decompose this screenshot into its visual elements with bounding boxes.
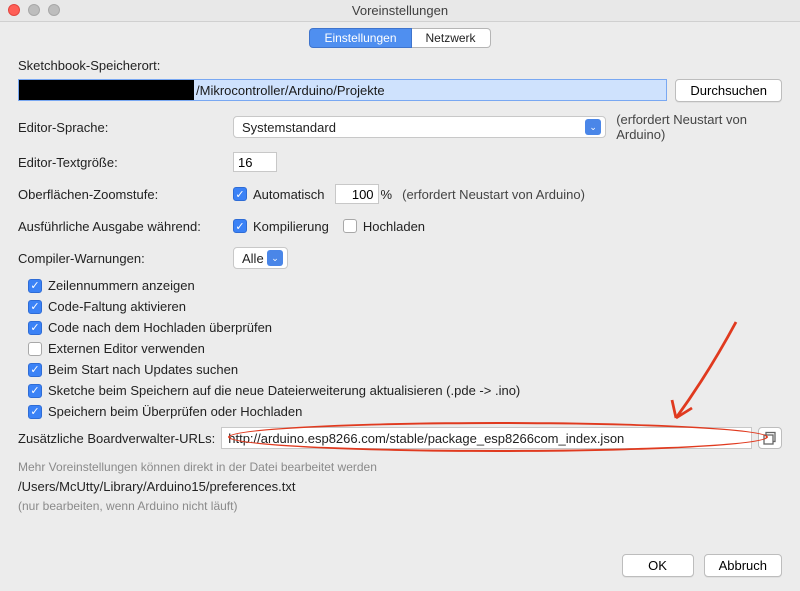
board-urls-value: http://arduino.esp8266.com/stable/packag… (228, 431, 624, 446)
window-controls (8, 4, 60, 16)
browse-button[interactable]: Durchsuchen (675, 79, 782, 102)
footer-edit-note: (nur bearbeiten, wenn Arduino nicht läuf… (18, 496, 782, 516)
verbose-label: Ausführliche Ausgabe während: (18, 219, 233, 234)
fontsize-input[interactable] (233, 152, 277, 172)
checkbox-save-on-verify[interactable]: ✓ Speichern beim Überprüfen oder Hochlad… (28, 404, 782, 419)
sketchbook-path-input[interactable]: /Mikrocontroller/Arduino/Projekte (18, 79, 667, 101)
ok-button[interactable]: OK (622, 554, 694, 577)
checkbox-line-numbers[interactable]: ✓ Zeilennummern anzeigen (28, 278, 782, 293)
expand-urls-button[interactable] (758, 427, 782, 449)
language-value: Systemstandard (242, 120, 336, 135)
titlebar: Voreinstellungen (0, 0, 800, 22)
cancel-button[interactable]: Abbruch (704, 554, 782, 577)
tab-network[interactable]: Netzwerk (412, 28, 491, 48)
warnings-select[interactable]: Alle ⌄ (233, 247, 288, 269)
warnings-label: Compiler-Warnungen: (18, 251, 233, 266)
tab-bar: Einstellungen Netzwerk (0, 22, 800, 52)
verbose-upload-label: Hochladen (363, 219, 425, 234)
window-title: Voreinstellungen (352, 3, 448, 18)
language-label: Editor-Sprache: (18, 120, 233, 135)
chevron-down-icon: ⌄ (267, 250, 283, 266)
dialog-buttons: OK Abbruch (0, 544, 800, 591)
redacted-path-segment (19, 80, 194, 100)
checkmark-icon: ✓ (28, 363, 42, 377)
board-urls-label: Zusätzliche Boardverwalter-URLs: (18, 431, 215, 446)
checkmark-icon: ✓ (28, 279, 42, 293)
checkmark-icon: ✓ (28, 405, 42, 419)
checkmark-icon: ✓ (233, 187, 247, 201)
board-urls-input[interactable]: http://arduino.esp8266.com/stable/packag… (221, 427, 752, 449)
zoom-auto-label: Automatisch (253, 187, 325, 202)
checkbox-external-editor[interactable]: Externen Editor verwenden (28, 341, 782, 356)
zoom-restart-note: (erfordert Neustart von Arduino) (402, 187, 585, 202)
checkbox-check-updates[interactable]: ✓ Beim Start nach Updates suchen (28, 362, 782, 377)
fontsize-label: Editor-Textgröße: (18, 155, 233, 170)
checkbox-empty-icon (343, 219, 357, 233)
verbose-compile-label: Kompilierung (253, 219, 329, 234)
zoom-label: Oberflächen-Zoomstufe: (18, 187, 233, 202)
footer-more-text: Mehr Voreinstellungen können direkt in d… (18, 457, 782, 477)
footer-prefs-path: /Users/McUtty/Library/Arduino15/preferen… (18, 479, 782, 494)
verbose-compile-checkbox[interactable]: ✓ Kompilierung (233, 219, 329, 234)
warnings-value: Alle (242, 251, 264, 266)
checkbox-verify-after-upload[interactable]: ✓ Code nach dem Hochladen überprüfen (28, 320, 782, 335)
window-stack-icon (763, 431, 777, 445)
checkmark-icon: ✓ (28, 321, 42, 335)
sketchbook-path-value: /Mikrocontroller/Arduino/Projekte (194, 83, 385, 98)
checkbox-update-extension[interactable]: ✓ Sketche beim Speichern auf die neue Da… (28, 383, 782, 398)
chevron-down-icon: ⌄ (585, 119, 601, 135)
checkmark-icon: ✓ (28, 300, 42, 314)
tab-settings[interactable]: Einstellungen (309, 28, 411, 48)
maximize-icon[interactable] (48, 4, 60, 16)
sketchbook-label: Sketchbook-Speicherort: (18, 58, 782, 73)
checkmark-icon: ✓ (28, 384, 42, 398)
minimize-icon[interactable] (28, 4, 40, 16)
zoom-auto-checkbox[interactable]: ✓ Automatisch (233, 187, 325, 202)
verbose-upload-checkbox[interactable]: Hochladen (343, 219, 425, 234)
checkbox-code-folding[interactable]: ✓ Code-Faltung aktivieren (28, 299, 782, 314)
checkmark-icon: ✓ (233, 219, 247, 233)
zoom-percent-suffix: % (381, 187, 393, 202)
checkbox-empty-icon (28, 342, 42, 356)
close-icon[interactable] (8, 4, 20, 16)
zoom-percent-input[interactable] (335, 184, 379, 204)
language-select[interactable]: Systemstandard ⌄ (233, 116, 606, 138)
language-restart-note: (erfordert Neustart von Arduino) (616, 112, 782, 142)
